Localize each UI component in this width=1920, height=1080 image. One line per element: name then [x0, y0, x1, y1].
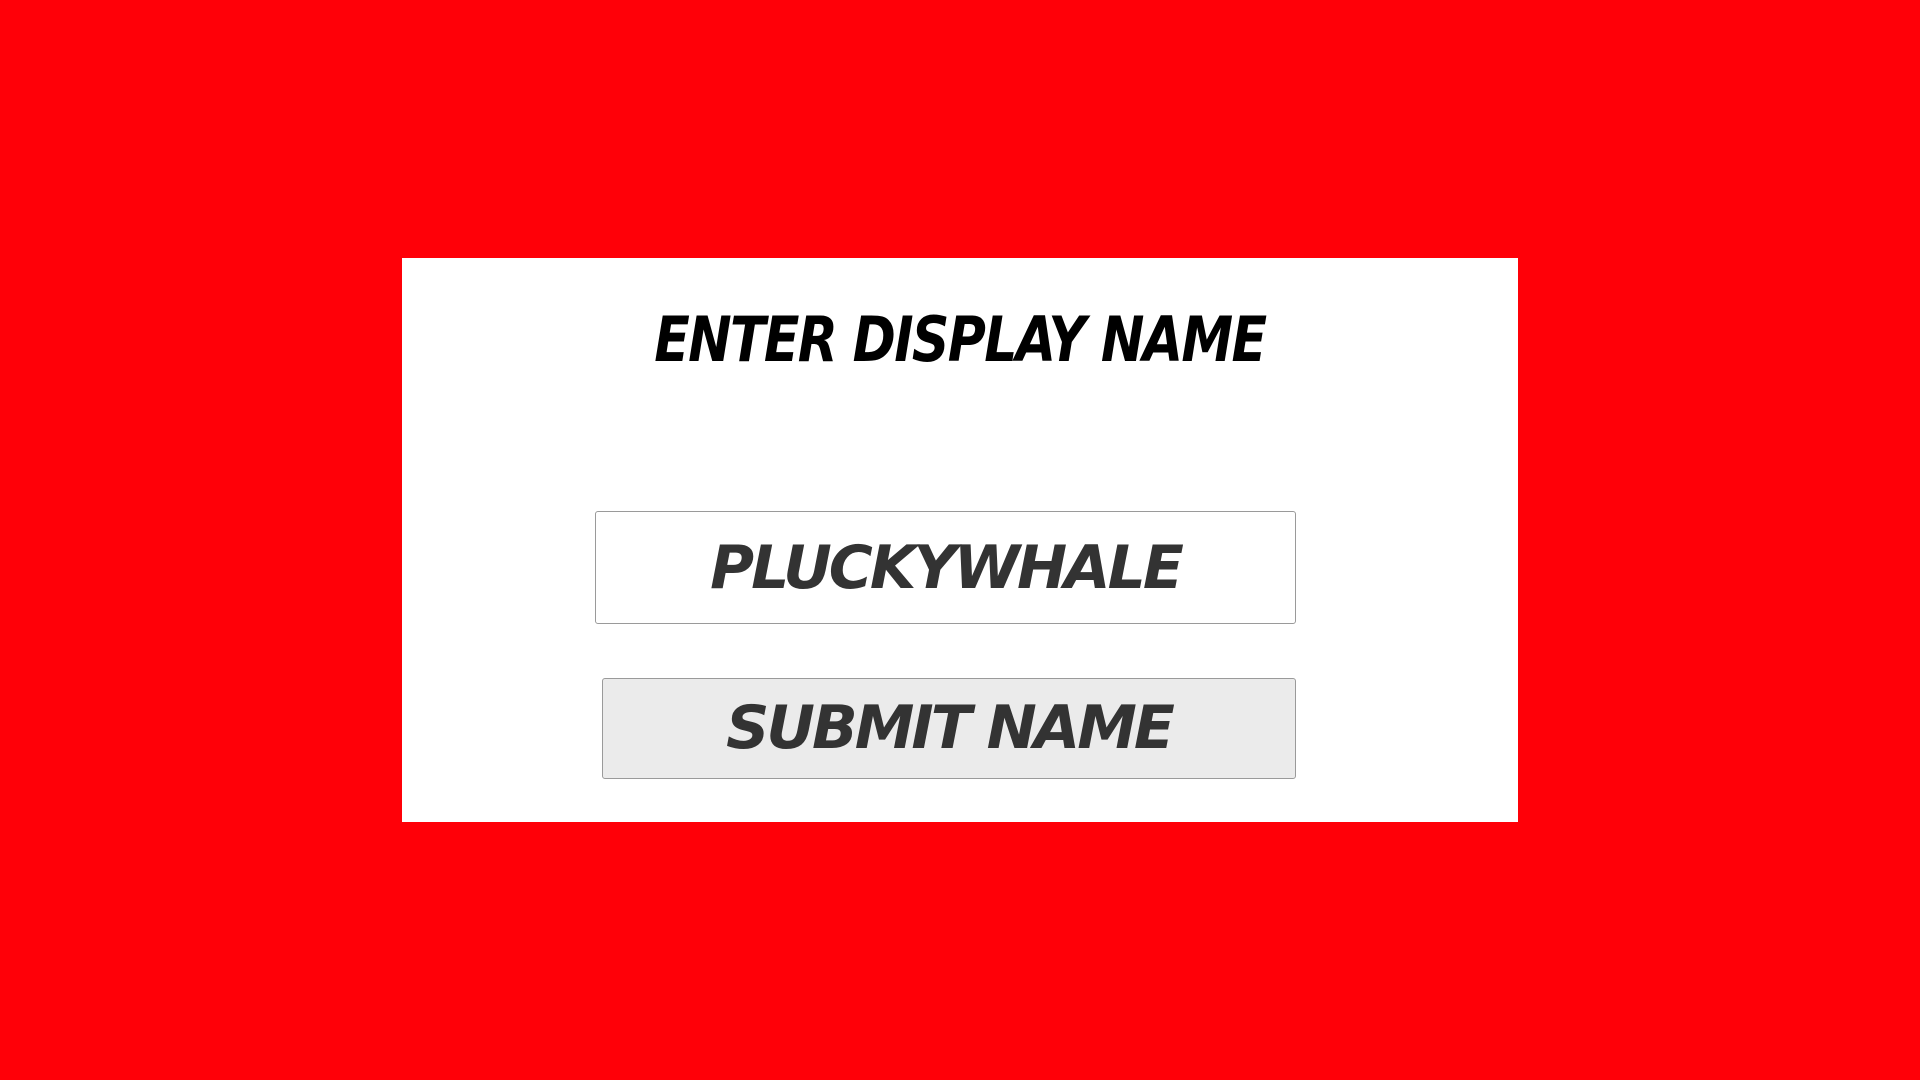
submit-name-button[interactable]: Submit Name [602, 678, 1296, 779]
page-background: Enter Display Name Submit Name [0, 0, 1920, 1080]
dialog-title: Enter Display Name [654, 303, 1267, 376]
display-name-input[interactable] [595, 511, 1296, 624]
